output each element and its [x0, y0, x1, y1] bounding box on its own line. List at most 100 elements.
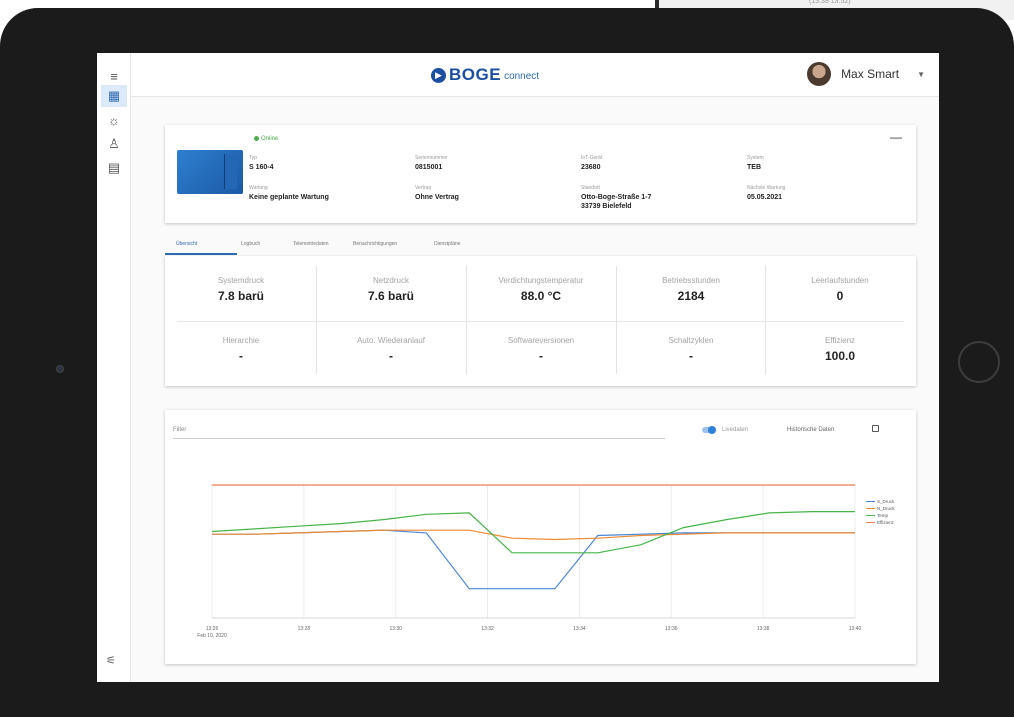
divider: [466, 266, 467, 374]
stat-label: Hierarchie: [222, 336, 260, 345]
stat-value: 7.8 barü: [217, 289, 265, 303]
stat-switching-cycles: Schaltzyklen -: [618, 336, 764, 363]
home-button[interactable]: [958, 341, 1000, 383]
user-name: Max Smart: [841, 67, 900, 81]
network-icon[interactable]: ☼: [101, 109, 127, 131]
stat-label: Effizienz: [824, 336, 856, 345]
stat-label: Schaltzyklen: [668, 336, 714, 345]
compressor-settings-icon[interactable]: ▤: [101, 157, 127, 179]
x-tick-label: 13:30: [389, 626, 402, 632]
field-iot: IoT-Gerät 23680: [581, 155, 602, 172]
stat-software-versions: Softwareversionen -: [468, 336, 614, 363]
field-value: Otto-Boge-Straße 1-7: [581, 194, 652, 201]
active-tab-indicator: [165, 253, 237, 255]
x-tick-label: 13:32: [481, 626, 494, 632]
legend-item[interactable]: N_Druck: [866, 505, 895, 512]
user-tree-icon[interactable]: ♙: [101, 133, 127, 155]
divider: [616, 266, 617, 374]
compressor-image: [177, 150, 243, 194]
field-vertrag: Vertrag Ohne Vertrag: [415, 185, 459, 202]
legend-label: Temp: [877, 513, 889, 518]
app-screen: ≡ ▦ ☼ ♙ ▤ ⚟ ▶ BOGE connect Max Smart ▼ O…: [97, 53, 939, 682]
stat-value: 88.0 °C: [520, 289, 562, 303]
field-value: TEB: [747, 164, 761, 171]
status-text: Online: [261, 136, 279, 143]
stat-value: -: [389, 349, 393, 363]
avatar: [807, 62, 832, 86]
stat-netzdruck: Netzdruck 7.6 barü: [318, 276, 464, 303]
logo-subtext: connect: [504, 71, 540, 82]
legend-swatch: [866, 508, 875, 509]
stat-idle-hours: Leerlaufstunden 0: [767, 276, 913, 303]
dashboard-icon[interactable]: ▦: [101, 85, 127, 107]
tab-notifications[interactable]: Benachrichtigungen: [353, 241, 397, 247]
stat-temperature: Verdichtungstemperatur 88.0 °C: [468, 276, 614, 303]
stat-systemdruck: Systemdruck 7.8 barü: [168, 276, 314, 303]
boge-logo: ▶ BOGE connect: [431, 65, 539, 85]
menu-icon[interactable]: ≡: [101, 65, 127, 87]
camera-icon: [56, 365, 64, 373]
field-value: 05.05.2021: [747, 194, 783, 201]
field-typ: Typ S 160-4: [249, 155, 274, 172]
x-tick-label: 13:40: [849, 626, 862, 632]
legend-label: Effizienz: [877, 520, 894, 525]
field-label: System: [747, 155, 764, 161]
field-label: Wartung: [249, 185, 268, 191]
stat-efficiency: Effizienz 100.0: [767, 336, 913, 363]
tab-overview[interactable]: Übersicht: [176, 241, 197, 247]
stat-label: Betriebsstunden: [662, 276, 720, 285]
field-value: S 160-4: [249, 164, 274, 171]
stat-value: 100.0: [824, 349, 856, 363]
user-menu[interactable]: Max Smart ▼: [807, 62, 925, 86]
collapse-button[interactable]: —: [890, 130, 902, 144]
stat-label: Auto. Wiederanlauf: [356, 336, 426, 345]
field-value: 0815001: [415, 164, 443, 171]
legend-item[interactable]: Effizienz: [866, 519, 895, 526]
field-wartung: Wartung Keine geplante Wartung: [249, 185, 329, 202]
stat-value: 7.6 barü: [367, 289, 415, 303]
stat-operating-hours: Betriebsstunden 2184: [618, 276, 764, 303]
field-value: 23680: [581, 164, 601, 171]
field-next-maintenance: Nächste Wartung 05.05.2021: [747, 185, 785, 202]
field-label: Nächste Wartung: [747, 185, 786, 191]
field-value: Keine geplante Wartung: [249, 194, 329, 201]
stats-card: Systemdruck 7.8 barü Netzdruck 7.6 barü Ve…: [165, 256, 916, 386]
stat-value: -: [539, 349, 543, 363]
legend-label: N_Druck: [877, 506, 895, 511]
field-standort: Standort Otto-Boge-Straße 1-7 33739 Bielef…: [581, 185, 651, 211]
settings-sliders-icon[interactable]: ⚟: [106, 654, 116, 667]
x-tick-label: 13:38: [757, 626, 770, 632]
tab-telemetry[interactable]: Telemetriedaten: [293, 241, 329, 247]
field-label: Typ: [249, 155, 258, 161]
x-tick-label: 13:34: [573, 626, 586, 632]
divider: [316, 266, 317, 374]
legend-label: S_Druck: [877, 499, 895, 504]
series-line: [212, 529, 855, 541]
legend-item[interactable]: Temp: [866, 512, 895, 519]
tab-bar: Übersicht Logbuch Telemetriedaten Benach…: [165, 237, 916, 257]
field-serial: Seriennummer 0815001: [415, 155, 448, 172]
x-tick-label: 13:26: [206, 626, 219, 632]
stat-label: Softwareversionen: [507, 336, 575, 345]
chevron-down-icon[interactable]: ▼: [917, 70, 925, 79]
status-dot-icon: [254, 136, 259, 141]
field-label: Vertrag: [415, 185, 432, 191]
legend-swatch: [866, 522, 875, 523]
tab-schedules[interactable]: Dienstpläne: [434, 241, 460, 247]
chart-card: Filter Livedaten Historische Daten 13:26…: [165, 410, 916, 664]
stat-auto-restart: Auto. Wiederanlauf -: [318, 336, 464, 363]
telemetry-chart: 13:26 13:28 13:30 13:32 13:34 13:36 13:38 13:40…: [197, 484, 862, 639]
stat-label: Leerlaufstunden: [811, 276, 869, 285]
logo-text: BOGE: [449, 65, 502, 84]
tab-logbook[interactable]: Logbuch: [241, 241, 260, 247]
status-badge: Online: [254, 136, 278, 142]
stat-value: -: [689, 349, 693, 363]
top-bar: ▶ BOGE connect Max Smart ▼: [131, 53, 939, 97]
legend-item[interactable]: S_Druck: [866, 498, 895, 505]
x-tick-label: 13:36: [665, 626, 678, 632]
field-label: Seriennummer: [415, 155, 448, 161]
stat-label: Verdichtungstemperatur: [498, 276, 584, 285]
sidebar: ≡ ▦ ☼ ♙ ▤ ⚟: [97, 53, 131, 682]
field-label: IoT-Gerät: [581, 155, 603, 161]
x-tick-label: 13:28: [298, 626, 311, 632]
